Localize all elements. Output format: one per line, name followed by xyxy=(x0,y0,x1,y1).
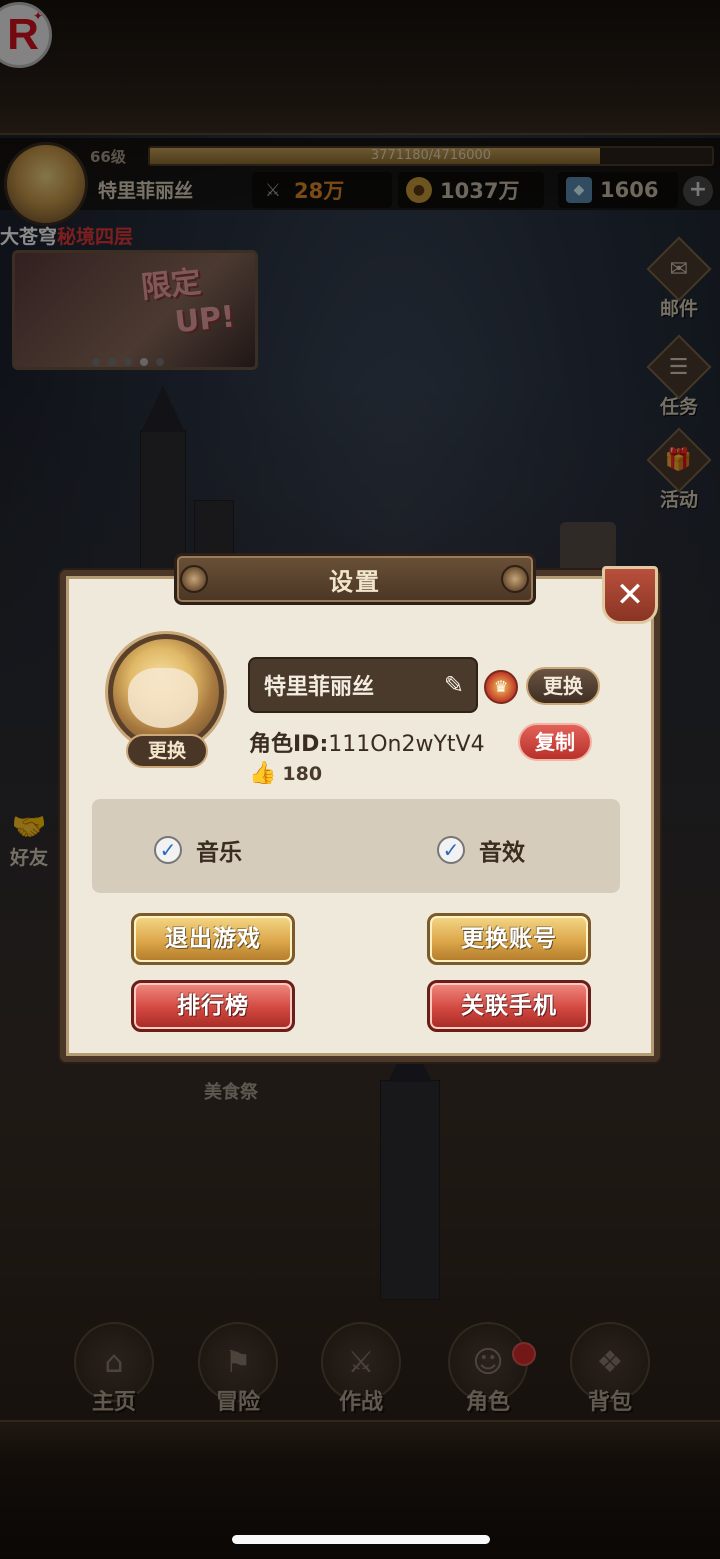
name-field[interactable]: 特里菲丽丝 ✎ xyxy=(248,657,478,713)
exit-game-button[interactable]: 退出游戏 xyxy=(131,913,295,965)
music-checkbox[interactable]: ✓ xyxy=(154,836,182,864)
link-phone-button[interactable]: 关联手机 xyxy=(427,980,591,1032)
role-id: 角色ID:111On2wYtV4 xyxy=(249,726,485,758)
switch-account-button[interactable]: 更换账号 xyxy=(427,913,591,965)
likes-count: 👍 180 xyxy=(249,761,322,786)
close-button[interactable]: ✕ xyxy=(602,566,658,624)
music-toggle[interactable]: ✓ 音乐 xyxy=(154,833,242,867)
edit-pencil-icon[interactable]: ✎ xyxy=(444,671,464,699)
role-id-value: 111On2wYtV4 xyxy=(328,732,485,757)
sfx-toggle[interactable]: ✓ 音效 xyxy=(437,833,525,867)
avatar-face xyxy=(128,668,198,728)
thumbs-up-icon: 👍 xyxy=(249,761,277,786)
sfx-checkbox[interactable]: ✓ xyxy=(437,836,465,864)
title-badge-icon: ♛ xyxy=(484,670,518,704)
checkmark-icon: ✓ xyxy=(442,838,460,862)
checkmark-icon: ✓ xyxy=(159,838,177,862)
change-title-button[interactable]: 更换 xyxy=(526,667,600,705)
sfx-label: 音效 xyxy=(479,840,525,866)
close-icon: ✕ xyxy=(615,575,645,615)
home-indicator[interactable] xyxy=(232,1535,490,1544)
copy-id-button[interactable]: 复制 xyxy=(518,723,592,761)
name-value: 特里菲丽丝 xyxy=(264,675,375,700)
role-id-label: 角色ID: xyxy=(249,732,329,757)
title-ornament xyxy=(180,565,208,593)
change-avatar-button[interactable]: 更换 xyxy=(126,734,208,768)
title-ornament xyxy=(501,565,529,593)
music-label: 音乐 xyxy=(196,840,242,866)
dialog-title: 设置 xyxy=(329,567,381,596)
likes-value: 180 xyxy=(282,762,323,785)
leaderboard-button[interactable]: 排行榜 xyxy=(131,980,295,1032)
dialog-title-bar: 设置 xyxy=(174,553,536,605)
